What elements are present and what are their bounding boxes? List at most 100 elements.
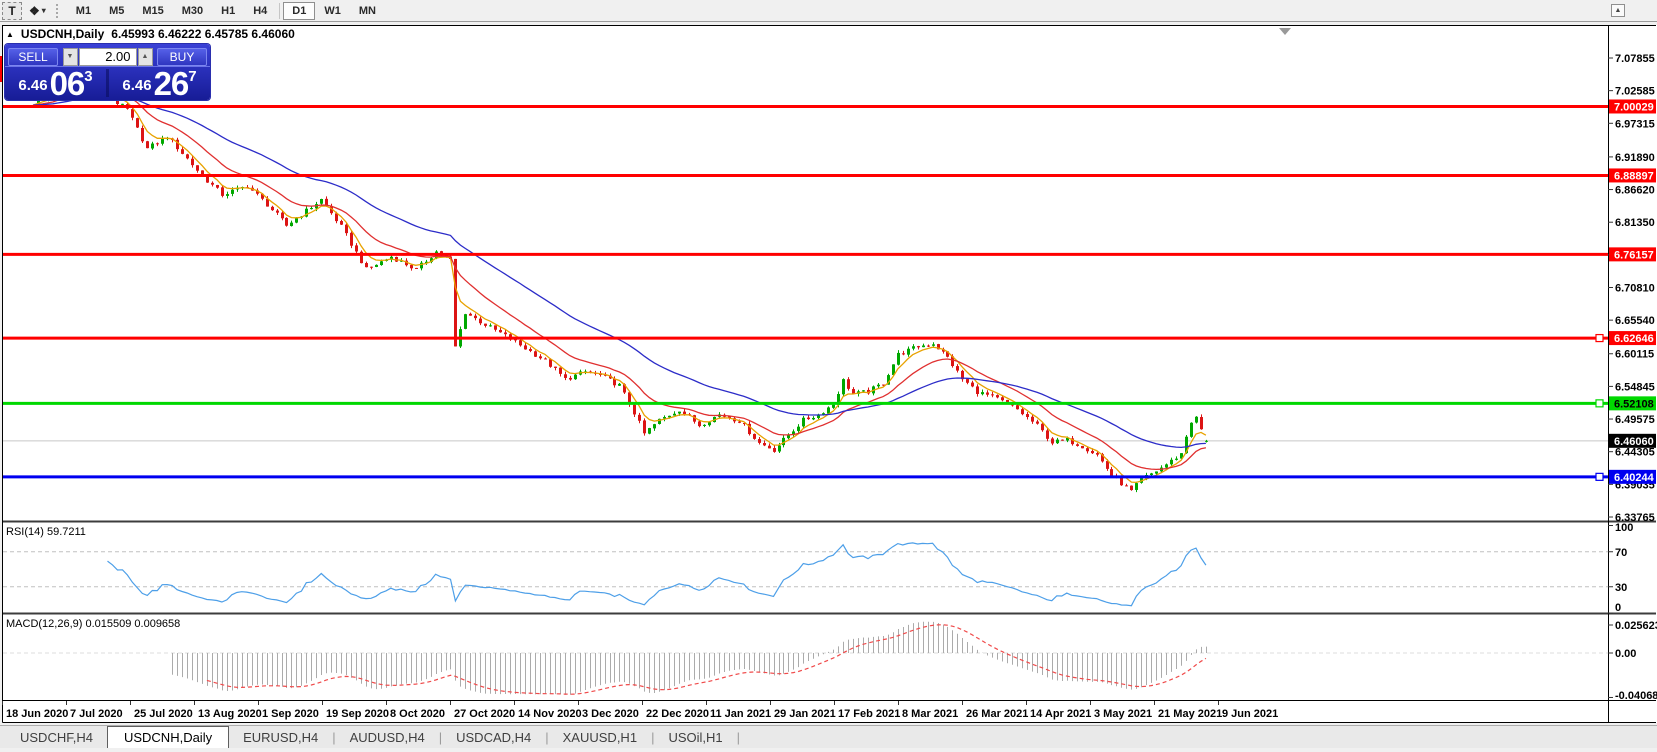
rsi-label: RSI(14) 59.7211	[6, 526, 86, 538]
svg-text:6.97315: 6.97315	[1615, 118, 1655, 130]
toolbar: T ❖ ▾ M1 M5 M15 M30 H1 H4 D1 W1 MN ▲	[0, 0, 1657, 22]
svg-text:8 Mar 2021: 8 Mar 2021	[902, 708, 958, 720]
svg-text:1 Sep 2020: 1 Sep 2020	[262, 708, 319, 720]
timeframe-toolbar: M1 M5 M15 M30 H1 H4 D1 W1 MN	[67, 1, 385, 20]
tab-xauusd-h1[interactable]: XAUUSD,H1	[549, 728, 651, 748]
line-handle[interactable]	[1595, 472, 1604, 481]
svg-text:6.60115: 6.60115	[1615, 349, 1654, 361]
tab-eurusd-h4[interactable]: EURUSD,H4	[229, 728, 332, 748]
svg-text:70: 70	[1615, 547, 1627, 559]
toolbar-grip	[55, 3, 62, 18]
objects-icon: ❖	[29, 3, 40, 18]
timeframe-button-M15[interactable]: M15	[133, 2, 172, 20]
svg-text:30: 30	[1615, 582, 1627, 594]
svg-text:0: 0	[1615, 602, 1621, 614]
svg-text:0.025623: 0.025623	[1615, 620, 1657, 632]
timeframe-button-MN[interactable]: MN	[350, 2, 385, 20]
svg-text:6.86620: 6.86620	[1615, 185, 1655, 197]
ask-price: 6.46 26 7	[109, 64, 210, 102]
svg-text:6.44305: 6.44305	[1615, 447, 1655, 459]
svg-text:3 May 2021: 3 May 2021	[1094, 708, 1152, 720]
chevron-up-icon: ▲	[141, 53, 149, 60]
chart-tabs-bar: USDCHF,H4 USDCNH,Daily EURUSD,H4 | AUDUSD,H4…	[0, 725, 1657, 748]
tab-usdchf-h4[interactable]: USDCHF,H4	[6, 728, 107, 748]
sell-button[interactable]: SELL	[8, 47, 58, 66]
svg-text:26 Mar 2021: 26 Mar 2021	[966, 708, 1028, 720]
svg-text:7.02585: 7.02585	[1615, 86, 1655, 98]
objects-tool-button[interactable]: ❖ ▾	[26, 2, 49, 20]
svg-text:6.46060: 6.46060	[1614, 436, 1654, 448]
ask-price-major: 6.46	[122, 77, 152, 94]
svg-text:6.40244: 6.40244	[1614, 472, 1655, 484]
svg-text:6.62646: 6.62646	[1614, 333, 1654, 345]
chart-title: ▲ USDCNH,Daily 6.45993 6.46222 6.45785 6…	[6, 27, 295, 41]
svg-text:17 Feb 2021: 17 Feb 2021	[838, 708, 900, 720]
volume-control: ▼ ▲	[62, 47, 153, 66]
bid-price-point: 3	[84, 68, 93, 85]
ask-price-point: 7	[188, 68, 197, 85]
chevron-down-icon: ▼	[66, 53, 74, 60]
timeframe-button-D1[interactable]: D1	[283, 1, 316, 20]
svg-text:7.00029: 7.00029	[1614, 101, 1654, 113]
chart-canvas[interactable]: 7.07855 7.02585 6.97315 6.91890 6.86620 6.813…	[0, 0, 1657, 752]
toolbar-overflow-button[interactable]: ▲	[1611, 4, 1625, 17]
bid-price: 6.46 06 3	[5, 64, 106, 102]
trade-panel-toggle-icon[interactable]: ▲	[6, 30, 14, 39]
ask-price-pips: 26	[153, 64, 190, 102]
tab-separator: |	[736, 730, 741, 745]
svg-text:6.54845: 6.54845	[1615, 381, 1655, 393]
symbol-label: USDCNH,Daily	[20, 27, 105, 41]
svg-text:6.52108: 6.52108	[1614, 398, 1654, 410]
svg-text:0.00: 0.00	[1615, 648, 1636, 660]
timeframe-button-W1[interactable]: W1	[315, 2, 350, 20]
timeframe-button-H4[interactable]: H4	[244, 2, 276, 20]
svg-text:14 Apr 2021: 14 Apr 2021	[1030, 708, 1091, 720]
svg-text:6.65540: 6.65540	[1615, 315, 1655, 327]
buy-button[interactable]: BUY	[157, 47, 207, 66]
svg-text:14 Nov 2020: 14 Nov 2020	[518, 708, 582, 720]
svg-text:-0.040687: -0.040687	[1615, 690, 1657, 702]
tab-usdcnh-daily[interactable]: USDCNH,Daily	[106, 726, 230, 748]
timeframe-button-M30[interactable]: M30	[173, 2, 212, 20]
svg-text:19 Sep 2020: 19 Sep 2020	[326, 708, 389, 720]
svg-text:9 Jun 2021: 9 Jun 2021	[1222, 708, 1278, 720]
svg-text:25 Jul 2020: 25 Jul 2020	[134, 708, 193, 720]
timeframe-button-H1[interactable]: H1	[212, 2, 244, 20]
svg-text:13 Aug 2020: 13 Aug 2020	[198, 708, 262, 720]
svg-text:3 Dec 2020: 3 Dec 2020	[582, 708, 639, 720]
svg-text:6.49575: 6.49575	[1615, 414, 1655, 426]
tab-audusd-h4[interactable]: AUDUSD,H4	[336, 728, 439, 748]
svg-text:18 Jun 2020: 18 Jun 2020	[6, 708, 68, 720]
timeframe-button-M5[interactable]: M5	[100, 2, 133, 20]
ohlc-quote: 6.45993 6.46222 6.45785 6.46060	[111, 27, 295, 41]
edge-object-fragment	[0, 56, 2, 82]
svg-text:27 Oct 2020: 27 Oct 2020	[454, 708, 515, 720]
svg-text:6.88897: 6.88897	[1614, 170, 1654, 182]
svg-text:100: 100	[1615, 522, 1633, 534]
svg-text:7 Jul 2020: 7 Jul 2020	[70, 708, 123, 720]
volume-decrease-button[interactable]: ▼	[62, 47, 78, 66]
timeframe-button-M1[interactable]: M1	[67, 2, 100, 20]
bid-price-major: 6.46	[18, 77, 48, 94]
svg-text:8 Oct 2020: 8 Oct 2020	[390, 708, 445, 720]
one-click-trading-panel: SELL ▼ ▲ BUY 6.46 06 3 6.46 26 7	[5, 44, 210, 100]
svg-text:29 Jan 2021: 29 Jan 2021	[774, 708, 836, 720]
svg-text:22 Dec 2020: 22 Dec 2020	[646, 708, 709, 720]
text-tool-button[interactable]: T	[2, 1, 22, 20]
svg-text:6.81350: 6.81350	[1615, 217, 1655, 229]
line-handle[interactable]	[1595, 399, 1604, 408]
toolbar-separator	[279, 2, 281, 19]
chevron-down-icon: ▾	[41, 6, 46, 15]
volume-input[interactable]	[78, 47, 137, 66]
svg-text:11 Jan 2021: 11 Jan 2021	[710, 708, 771, 720]
bid-price-pips: 06	[49, 64, 86, 102]
tab-usoil-h1[interactable]: USOil,H1	[654, 728, 736, 748]
svg-text:6.91890: 6.91890	[1615, 152, 1655, 164]
svg-text:7.07855: 7.07855	[1615, 53, 1655, 65]
line-handle[interactable]	[1595, 333, 1604, 343]
volume-increase-button[interactable]: ▲	[137, 47, 153, 66]
tab-usdcad-h4[interactable]: USDCAD,H4	[442, 728, 545, 748]
svg-text:6.70810: 6.70810	[1615, 282, 1655, 294]
svg-text:21 May 2021: 21 May 2021	[1158, 708, 1222, 720]
svg-text:6.76157: 6.76157	[1614, 249, 1654, 261]
